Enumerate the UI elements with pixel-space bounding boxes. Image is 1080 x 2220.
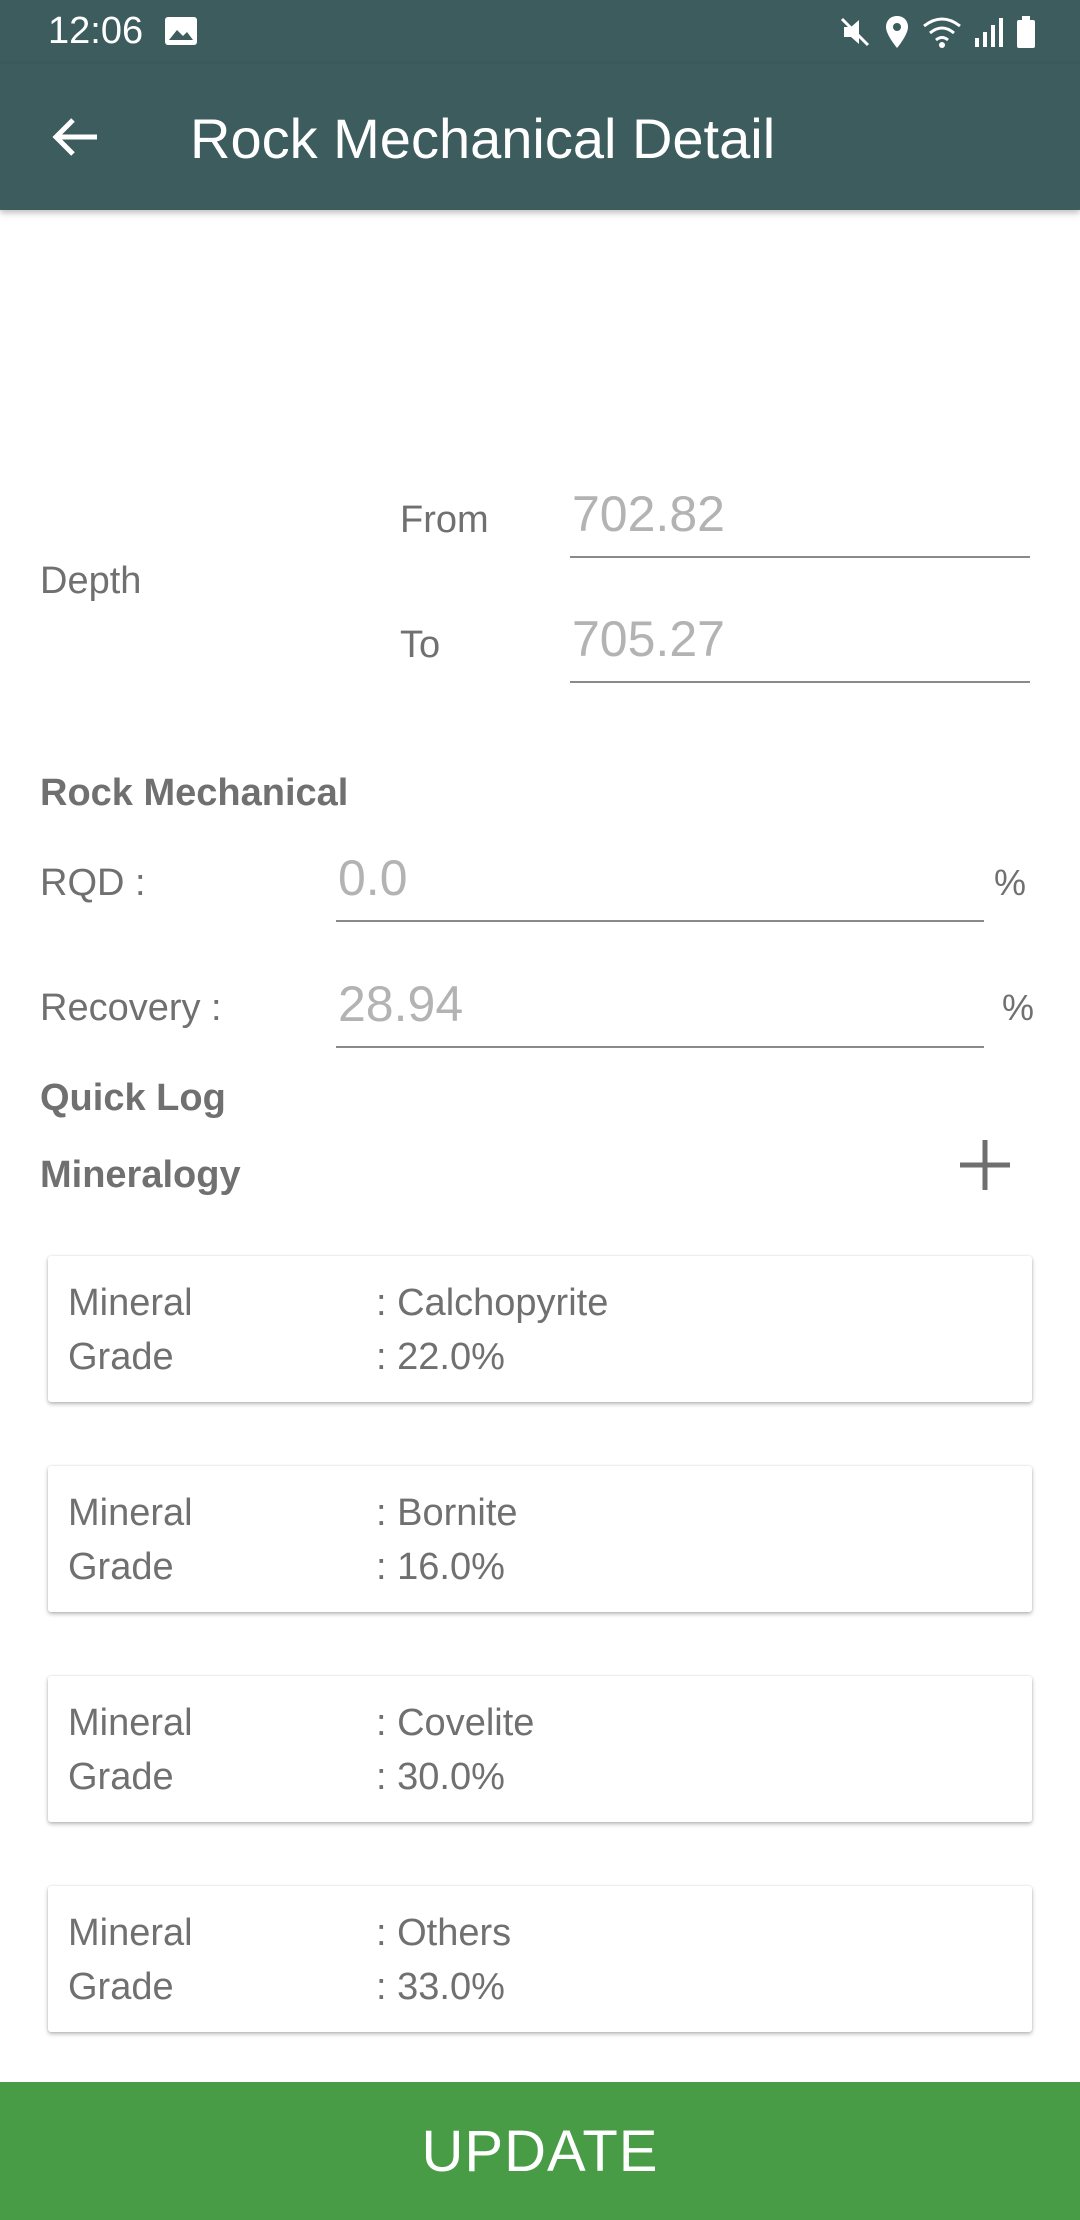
arrow-back-icon <box>51 117 99 162</box>
grade-label: Grade <box>68 1336 174 1378</box>
signal-icon <box>974 16 1004 48</box>
update-button-label: UPDATE <box>421 2118 659 2184</box>
image-icon <box>164 16 198 46</box>
rqd-label: RQD : <box>40 862 146 904</box>
mute-icon <box>838 15 872 49</box>
depth-to-input[interactable]: 705.27 <box>570 597 1030 683</box>
page-title: Rock Mechanical Detail <box>190 107 776 170</box>
grade-value: : 22.0% <box>376 1336 505 1378</box>
update-button[interactable]: UPDATE <box>0 2082 1080 2220</box>
rqd-value: 0.0 <box>338 850 408 906</box>
depth-label: Depth <box>40 560 142 602</box>
mineralogy-title: Mineralogy <box>40 1154 241 1196</box>
depth-to-value: 705.27 <box>572 611 725 667</box>
mineral-label: Mineral <box>68 1492 193 1534</box>
status-bar: 12:06 <box>0 0 1080 64</box>
quick-log-title: Quick Log <box>40 1077 226 1119</box>
status-icons <box>838 12 1036 52</box>
back-button[interactable] <box>40 104 110 174</box>
depth-to-label: To <box>400 624 441 666</box>
rqd-input[interactable]: 0.0 <box>336 836 984 922</box>
location-icon <box>884 15 910 49</box>
mineral-card[interactable]: Mineral : Bornite Grade : 16.0% <box>48 1466 1032 1612</box>
app-bar: Rock Mechanical Detail <box>0 64 1080 210</box>
depth-from-value: 702.82 <box>572 486 725 542</box>
mineral-label: Mineral <box>68 1702 193 1744</box>
depth-from-input[interactable]: 702.82 <box>570 472 1030 558</box>
mineral-card[interactable]: Mineral : Covelite Grade : 30.0% <box>48 1676 1032 1822</box>
plus-icon <box>950 1140 1020 1204</box>
status-time: 12:06 <box>48 10 144 52</box>
grade-value: : 30.0% <box>376 1756 505 1798</box>
depth-from-label: From <box>400 499 489 541</box>
mineral-label: Mineral <box>68 1282 193 1324</box>
grade-value: : 16.0% <box>376 1546 505 1588</box>
grade-label: Grade <box>68 1966 174 2008</box>
rqd-unit: % <box>994 862 1027 903</box>
mineral-value: : Others <box>376 1912 512 1954</box>
recovery-unit: % <box>1002 987 1035 1028</box>
mineral-card[interactable]: Mineral : Calchopyrite Grade : 22.0% <box>48 1256 1032 1402</box>
grade-label: Grade <box>68 1756 174 1798</box>
rock-mechanical-title: Rock Mechanical <box>40 772 349 814</box>
add-mineral-button[interactable] <box>950 1130 1020 1200</box>
battery-icon <box>1016 15 1036 49</box>
wifi-icon <box>922 16 962 48</box>
recovery-value: 28.94 <box>338 976 464 1032</box>
grade-label: Grade <box>68 1546 174 1588</box>
mineral-card[interactable]: Mineral : Others Grade : 33.0% <box>48 1886 1032 2032</box>
recovery-label: Recovery : <box>40 987 222 1029</box>
grade-value: : 33.0% <box>376 1966 505 2008</box>
mineral-value: : Covelite <box>376 1702 535 1744</box>
mineral-label: Mineral <box>68 1912 193 1954</box>
mineral-value: : Calchopyrite <box>376 1282 609 1324</box>
mineral-value: : Bornite <box>376 1492 518 1534</box>
recovery-input[interactable]: 28.94 <box>336 962 984 1048</box>
